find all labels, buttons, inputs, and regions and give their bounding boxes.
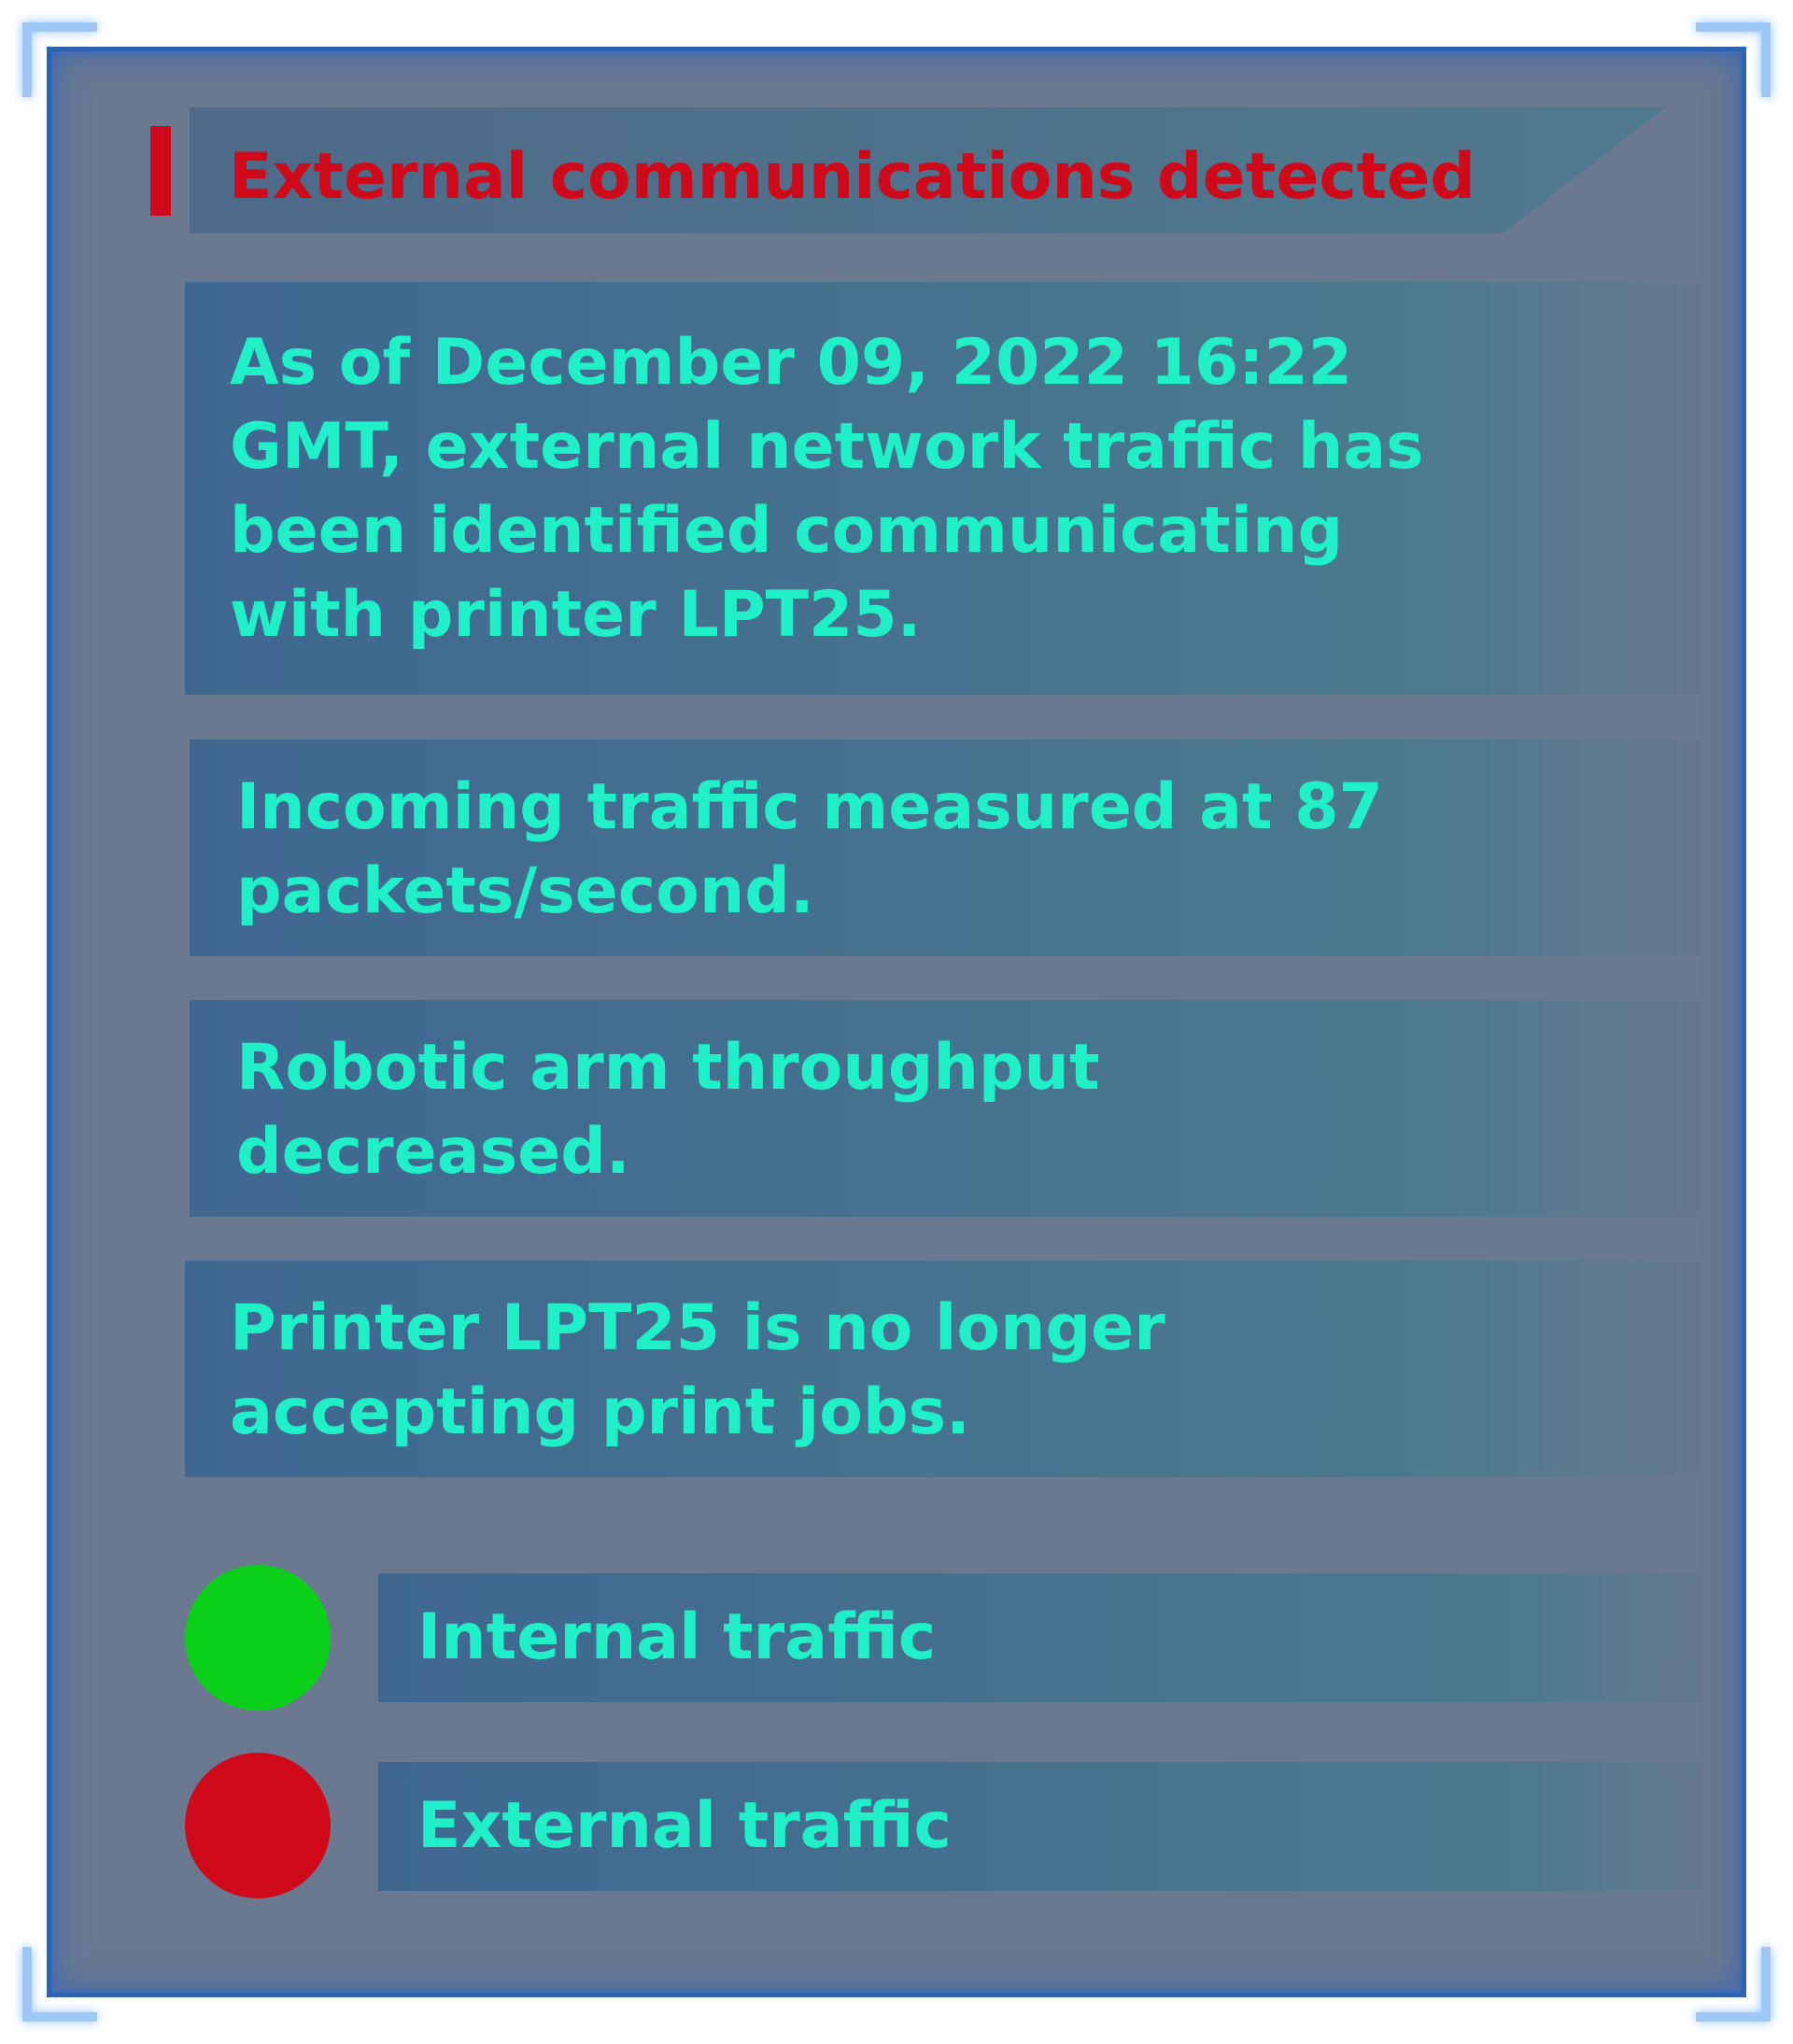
message-text: Robotic arm throughput decreased. [236,1031,1100,1189]
message-text: Incoming traffic measured at 87 packets/… [236,770,1383,928]
alert-panel: External communications detected As of D… [47,47,1746,1997]
message-box-robotic-arm: Robotic arm throughput decreased. [190,1000,1698,1217]
message-box-traffic-rate: Incoming traffic measured at 87 packets/… [190,740,1698,956]
message-text: Printer LPT25 is no longer accepting pri… [230,1291,1165,1449]
legend-label-internal: Internal traffic [378,1573,1698,1702]
legend-dot-external [185,1753,331,1898]
legend-text: External traffic [417,1789,952,1863]
alert-title: External communications detected [229,140,1475,214]
legend-text: Internal traffic [417,1600,937,1674]
alert-screen: External communications detected As of D… [0,0,1793,2044]
message-box-printer-status: Printer LPT25 is no longer accepting pri… [185,1261,1698,1477]
message-text: As of December 09, 2022 16:22 GMT, exter… [230,326,1424,652]
legend-dot-internal [185,1565,331,1711]
legend-label-external: External traffic [378,1762,1698,1891]
title-accent-marker [150,126,171,216]
message-box-timestamp: As of December 09, 2022 16:22 GMT, exter… [185,282,1698,695]
